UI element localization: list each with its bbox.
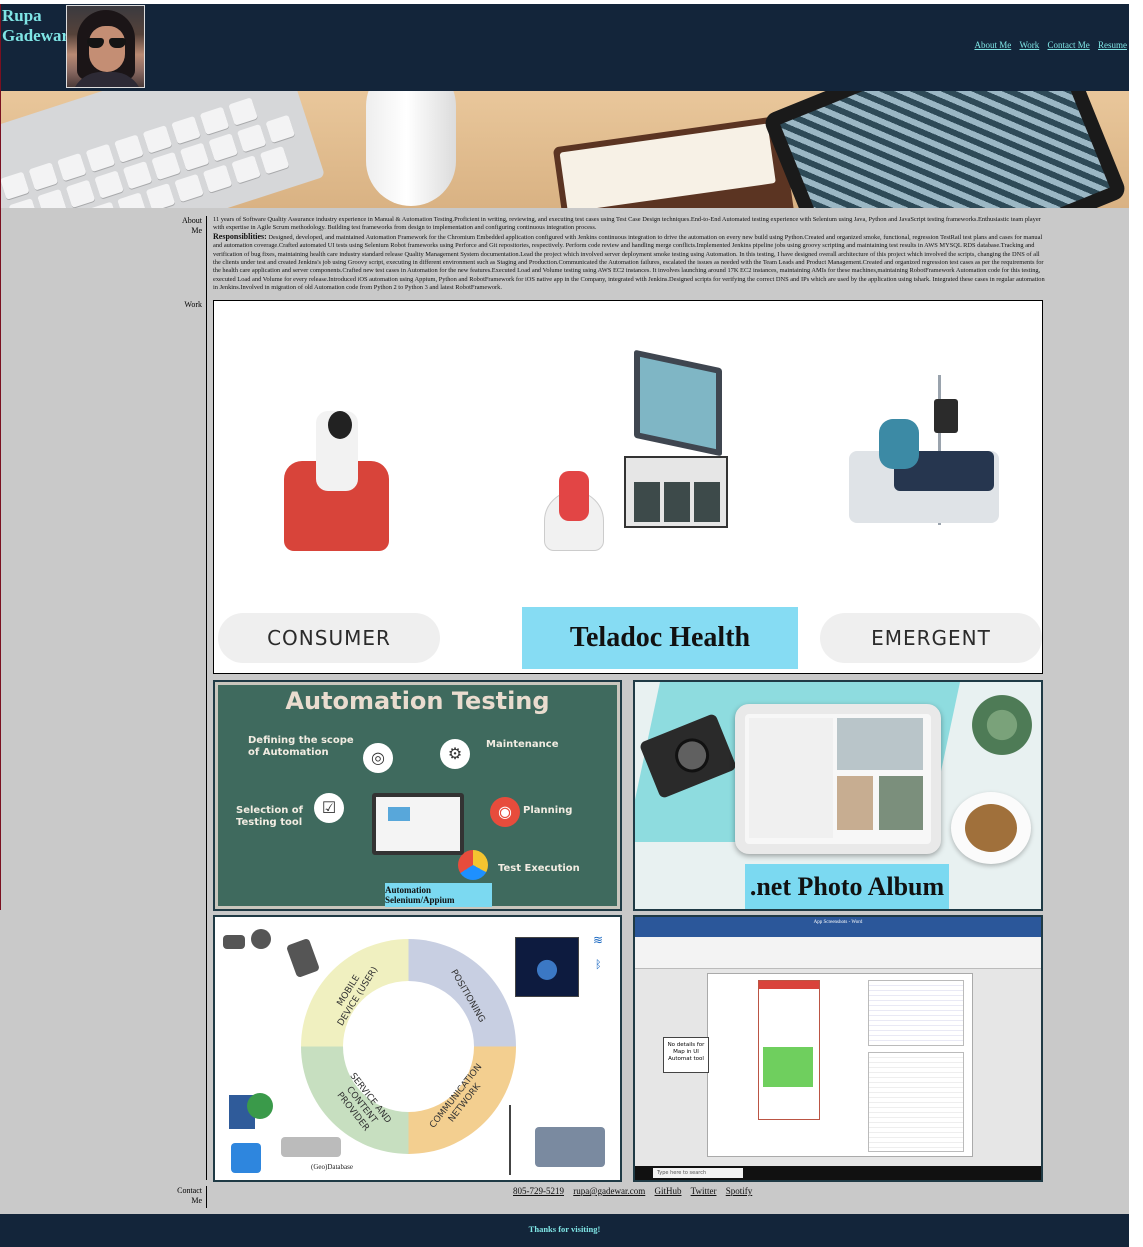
email-link[interactable]: rupa@gadewar.com <box>573 1186 645 1196</box>
device-icon <box>223 935 245 949</box>
github-link[interactable]: GitHub <box>655 1186 682 1196</box>
database-icon <box>281 1137 341 1157</box>
about-divider <box>206 216 207 300</box>
callout-note: No details for Map in UI Automat tool <box>663 1037 709 1073</box>
scope-label: Defining the scope of Automation <box>248 735 354 758</box>
watch-icon <box>251 929 271 949</box>
word-ribbon <box>635 937 1041 969</box>
work-divider <box>206 300 207 1180</box>
avatar <box>66 5 145 88</box>
left-edge-line <box>0 4 1 910</box>
contact-links: 805-729-5219 rupa@gadewar.com GitHub Twi… <box>513 1186 759 1196</box>
nav-contact-me[interactable]: Contact Me <box>1048 40 1090 50</box>
selection-label: Selection of Testing tool <box>236 805 304 828</box>
word-document <box>707 973 973 1157</box>
about-label: About Me <box>182 216 202 235</box>
about-responsibilities: Responsiblities: Designed, developed, an… <box>213 231 1045 293</box>
ipad-image <box>735 704 941 854</box>
photo-album-label: .net Photo Album <box>745 864 949 909</box>
work-tile-positioning[interactable]: MOBILE DEVICE (USER) POSITIONING SERVICE… <box>213 915 622 1182</box>
phone-link[interactable]: 805-729-5219 <box>513 1186 564 1196</box>
gear-icon: ⚙ <box>440 739 470 769</box>
tv-doctor-illustration <box>634 349 722 457</box>
planning-label: Planning <box>523 805 573 816</box>
contact-label: Contact Me <box>177 1186 202 1205</box>
page-frame: Rupa Gadewar About Me Work Contact Me Re… <box>0 4 1129 1247</box>
work-tile-word-screenshot[interactable]: App Screenshots - Word No details for Ma… <box>633 915 1043 1182</box>
coffee-image <box>951 792 1031 864</box>
word-titlebar: App Screenshots - Word <box>635 917 1041 929</box>
monitor-illustration <box>372 793 464 855</box>
network-icon <box>231 1143 261 1173</box>
keyboard-image <box>0 91 326 208</box>
nav-about-me[interactable]: About Me <box>974 40 1011 50</box>
brand-last-name: Gadewar <box>2 26 70 45</box>
execution-label: Test Execution <box>498 863 580 874</box>
maintenance-label: Maintenance <box>486 739 559 750</box>
work-tile-photo-album[interactable]: .net Photo Album <box>633 680 1043 911</box>
about-text: 11 years of Software Quality Assurance i… <box>213 216 1045 293</box>
taskbar: Type here to search <box>635 1166 1041 1180</box>
eye-icon: ◉ <box>490 797 520 827</box>
site-footer: Thanks for visiting! <box>0 1214 1129 1247</box>
work-tile-automation[interactable]: Automation Testing Defining the scope of… <box>213 680 622 911</box>
taskbar-search: Type here to search <box>653 1168 743 1178</box>
notebook-image <box>552 115 798 208</box>
twitter-link[interactable]: Twitter <box>691 1186 717 1196</box>
automation-title: Automation Testing <box>285 687 550 715</box>
wifi-icon: ≋ <box>593 933 604 947</box>
consumer-pill: CONSUMER <box>218 613 440 663</box>
responsibilities-text: Designed, developed, and maintained Auto… <box>213 233 1045 292</box>
responsibilities-heading: Responsiblities: <box>213 231 267 241</box>
geo-database-label: (Geo)Database <box>311 1163 353 1171</box>
automation-banner: Automation Selenium/Appium <box>385 883 492 907</box>
city-network-icon <box>535 1127 605 1167</box>
nav-resume[interactable]: Resume <box>1098 40 1127 50</box>
positioning-ring-chart <box>301 939 516 1154</box>
site-brand[interactable]: Rupa Gadewar <box>2 6 70 46</box>
nav-work[interactable]: Work <box>1019 40 1039 50</box>
word-window-screenshot: App Screenshots - Word No details for Ma… <box>635 917 1041 1180</box>
main-nav: About Me Work Contact Me Resume <box>968 40 1127 50</box>
satellite-earth-image <box>515 937 579 997</box>
emergent-pill: EMERGENT <box>820 613 1042 663</box>
ui-tree-panel <box>868 980 964 1046</box>
properties-panel <box>868 1052 964 1152</box>
bluetooth-icon: ᛒ <box>595 958 602 971</box>
person-seated-illustration <box>559 471 589 521</box>
spotify-link[interactable]: Spotify <box>726 1186 753 1196</box>
globe-icon <box>247 1093 273 1119</box>
work-tile-teladoc[interactable]: CONSUMER Teladoc Health EMERGENT <box>213 300 1043 674</box>
app-screen-image <box>758 980 820 1120</box>
checkbox-icon: ☑ <box>314 793 344 823</box>
contact-divider <box>206 1186 207 1208</box>
hero-banner-image <box>0 91 1129 208</box>
tablet-image <box>761 91 1129 208</box>
brand-first-name: Rupa <box>2 6 42 25</box>
mouse-image <box>366 91 456 206</box>
teladoc-label: Teladoc Health <box>522 607 798 669</box>
cell-tower-icon <box>509 1105 511 1175</box>
about-summary: 11 years of Software Quality Assurance i… <box>213 216 1041 232</box>
phone-icon <box>285 937 321 979</box>
automation-chalkboard: Automation Testing Defining the scope of… <box>215 682 620 909</box>
target-icon: ◎ <box>363 743 393 773</box>
site-header: Rupa Gadewar About Me Work Contact Me Re… <box>0 4 1129 91</box>
work-label: Work <box>184 300 202 309</box>
plant-image <box>967 690 1037 760</box>
